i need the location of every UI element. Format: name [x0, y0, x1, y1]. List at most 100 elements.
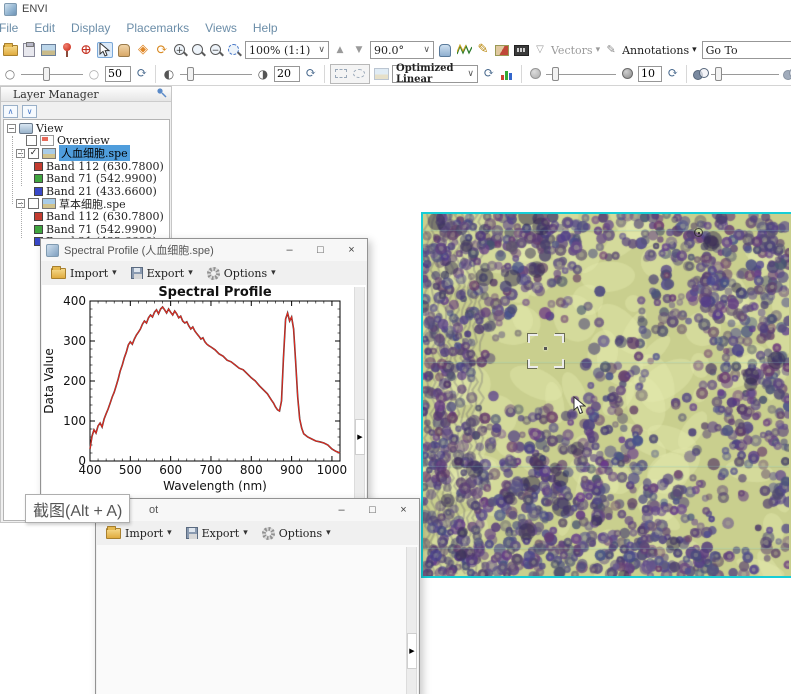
tree-item-view[interactable]: − View — [4, 122, 169, 135]
rotate-view-icon[interactable]: ⟳ — [154, 42, 170, 58]
layer-manager-title: Layer Manager — [13, 88, 99, 101]
dropdown-arrow-icon: ▾ — [692, 45, 697, 55]
sharpen-slider[interactable] — [546, 66, 616, 82]
minimize-button[interactable]: – — [274, 239, 305, 261]
annotations-icon: ✎ — [603, 42, 619, 58]
maximize-button[interactable]: □ — [357, 499, 388, 521]
pin-panel-icon[interactable] — [156, 87, 167, 101]
stretch-type-select[interactable]: Optimized Linear ∨ — [392, 65, 478, 83]
spectral-window-titlebar[interactable]: Spectral Profile (人血细胞.spe) – □ × — [41, 239, 367, 261]
overview-icon — [40, 135, 54, 146]
zoom-up-icon[interactable]: ▲ — [332, 42, 348, 58]
tree-item-band[interactable]: Band 112 (630.7800) — [4, 160, 169, 173]
maximize-button[interactable]: □ — [305, 239, 336, 261]
brightness-slider-thumb[interactable] — [43, 67, 50, 81]
brightness-input[interactable] — [105, 66, 131, 82]
toolbar-separator — [686, 65, 687, 83]
placemark-icon[interactable] — [59, 42, 75, 58]
expand-all-button[interactable]: ∨ — [22, 105, 37, 118]
zoom-down-icon[interactable]: ▼ — [351, 42, 367, 58]
tree-item-file2[interactable]: − 草本细胞.spe — [4, 198, 169, 211]
transparency-slider-thumb[interactable] — [715, 67, 722, 81]
data-manager-icon[interactable] — [21, 42, 37, 58]
export-menu[interactable]: Export ▾ — [186, 527, 248, 540]
menu-edit[interactable]: Edit — [31, 20, 58, 36]
sharpen-reset-icon[interactable]: ⟳ — [665, 66, 681, 82]
overview-checkbox[interactable] — [26, 135, 37, 146]
spectral-window-title: Spectral Profile (人血细胞.spe) — [64, 242, 214, 258]
tree-item-band[interactable]: Band 71 (542.9900) — [4, 172, 169, 185]
contrast-slider-thumb[interactable] — [187, 67, 194, 81]
band-math-icon[interactable] — [513, 42, 529, 58]
fly-tool-icon[interactable]: ◈ — [135, 42, 151, 58]
stretch-apply-icon[interactable] — [373, 66, 389, 82]
export-menu[interactable]: Export ▾ — [131, 267, 193, 280]
plot-window-titlebar[interactable]: ot – □ × — [96, 499, 419, 521]
contrast-high-icon: ◑ — [255, 66, 271, 82]
goto-combobox[interactable]: Go To ∨ — [702, 41, 791, 59]
annotation-pencil-icon[interactable]: ✎ — [475, 42, 491, 58]
import-menu[interactable]: Import ▾ — [106, 527, 172, 540]
contrast-reset-icon[interactable]: ⟳ — [303, 66, 319, 82]
zoom-to-extent-icon[interactable] — [227, 43, 242, 58]
toolbar-separator — [521, 65, 522, 83]
select-cursor-icon[interactable] — [97, 42, 113, 58]
sharpen-input[interactable] — [638, 66, 662, 82]
file1-checkbox[interactable]: ✓ — [28, 148, 39, 159]
tree-item-band[interactable]: Band 112 (630.7800) — [4, 210, 169, 223]
plot-window-title: ot — [149, 504, 158, 516]
histogram-stretch-icon[interactable] — [500, 66, 516, 82]
vectors-dropdown[interactable]: ▽ Vectors ▾ — [532, 42, 600, 58]
plot-window[interactable]: ot – □ × Import ▾ Export ▾ Options ▾ — [95, 498, 420, 694]
microscopy-image[interactable] — [423, 214, 789, 576]
zoom-in-icon[interactable]: + — [173, 43, 188, 58]
collapse-all-button[interactable]: ∧ — [3, 105, 18, 118]
stretch-reset-icon[interactable]: ⟳ — [481, 66, 497, 82]
options-menu[interactable]: Options ▾ — [262, 527, 331, 540]
zoom-level-select[interactable]: 100% (1:1) ∨ — [245, 41, 329, 59]
menu-placemarks[interactable]: Placemarks — [123, 20, 192, 36]
open-file-icon[interactable] — [2, 42, 18, 58]
stretch-rectangle-icon[interactable] — [333, 66, 349, 82]
crosshairs-icon[interactable]: ⊕ — [78, 42, 94, 58]
tree-connector — [21, 202, 22, 238]
rotation-select[interactable]: 90.0° ∨ — [370, 41, 434, 59]
pan-hand-icon[interactable] — [116, 42, 132, 58]
expand-panel-handle[interactable]: ▶ — [355, 419, 365, 455]
minimize-button[interactable]: – — [326, 499, 357, 521]
tree-item-file1[interactable]: − ✓ 人血细胞.spe — [4, 147, 169, 160]
collapse-icon[interactable]: − — [7, 124, 16, 133]
options-menu[interactable]: Options ▾ — [207, 267, 276, 280]
menu-help[interactable]: Help — [250, 20, 281, 36]
expand-panel-handle[interactable]: ▶ — [407, 633, 417, 669]
contrast-slider[interactable] — [180, 66, 252, 82]
brightness-slider[interactable] — [21, 66, 83, 82]
menu-file[interactable]: File — [0, 20, 21, 36]
image-display-view[interactable] — [421, 212, 791, 578]
raster-color-slice-icon[interactable] — [494, 42, 510, 58]
import-menu[interactable]: Import ▾ — [51, 267, 117, 280]
spectral-profile-window[interactable]: Spectral Profile (人血细胞.spe) – □ × Import… — [40, 238, 368, 506]
file2-checkbox[interactable] — [28, 198, 39, 209]
transparency-high-icon — [782, 66, 791, 82]
contrast-input[interactable] — [274, 66, 300, 82]
brightness-reset-icon[interactable]: ⟳ — [134, 66, 150, 82]
svg-text:400: 400 — [63, 294, 86, 308]
spectral-profile-icon[interactable] — [456, 42, 472, 58]
annotations-dropdown[interactable]: ✎ Annotations ▾ — [603, 42, 697, 58]
stretch-ellipse-icon[interactable] — [351, 66, 367, 82]
zoom-out-icon[interactable]: − — [209, 43, 224, 58]
menu-display[interactable]: Display — [68, 20, 113, 36]
tree-item-band[interactable]: Band 71 (542.9900) — [4, 223, 169, 236]
layer-manager-header[interactable]: Layer Manager — [1, 87, 171, 102]
window-controls: – □ × — [326, 499, 419, 521]
close-button[interactable]: × — [388, 499, 419, 521]
menu-views[interactable]: Views — [202, 20, 240, 36]
sharpen-slider-thumb[interactable] — [552, 67, 559, 81]
zoom-tool-icon[interactable] — [191, 43, 206, 58]
transparency-slider[interactable] — [711, 66, 779, 82]
chip-view-icon[interactable] — [40, 42, 56, 58]
arbitrary-profile-icon[interactable] — [437, 42, 453, 58]
close-button[interactable]: × — [336, 239, 367, 261]
app-title: ENVI — [22, 3, 48, 15]
